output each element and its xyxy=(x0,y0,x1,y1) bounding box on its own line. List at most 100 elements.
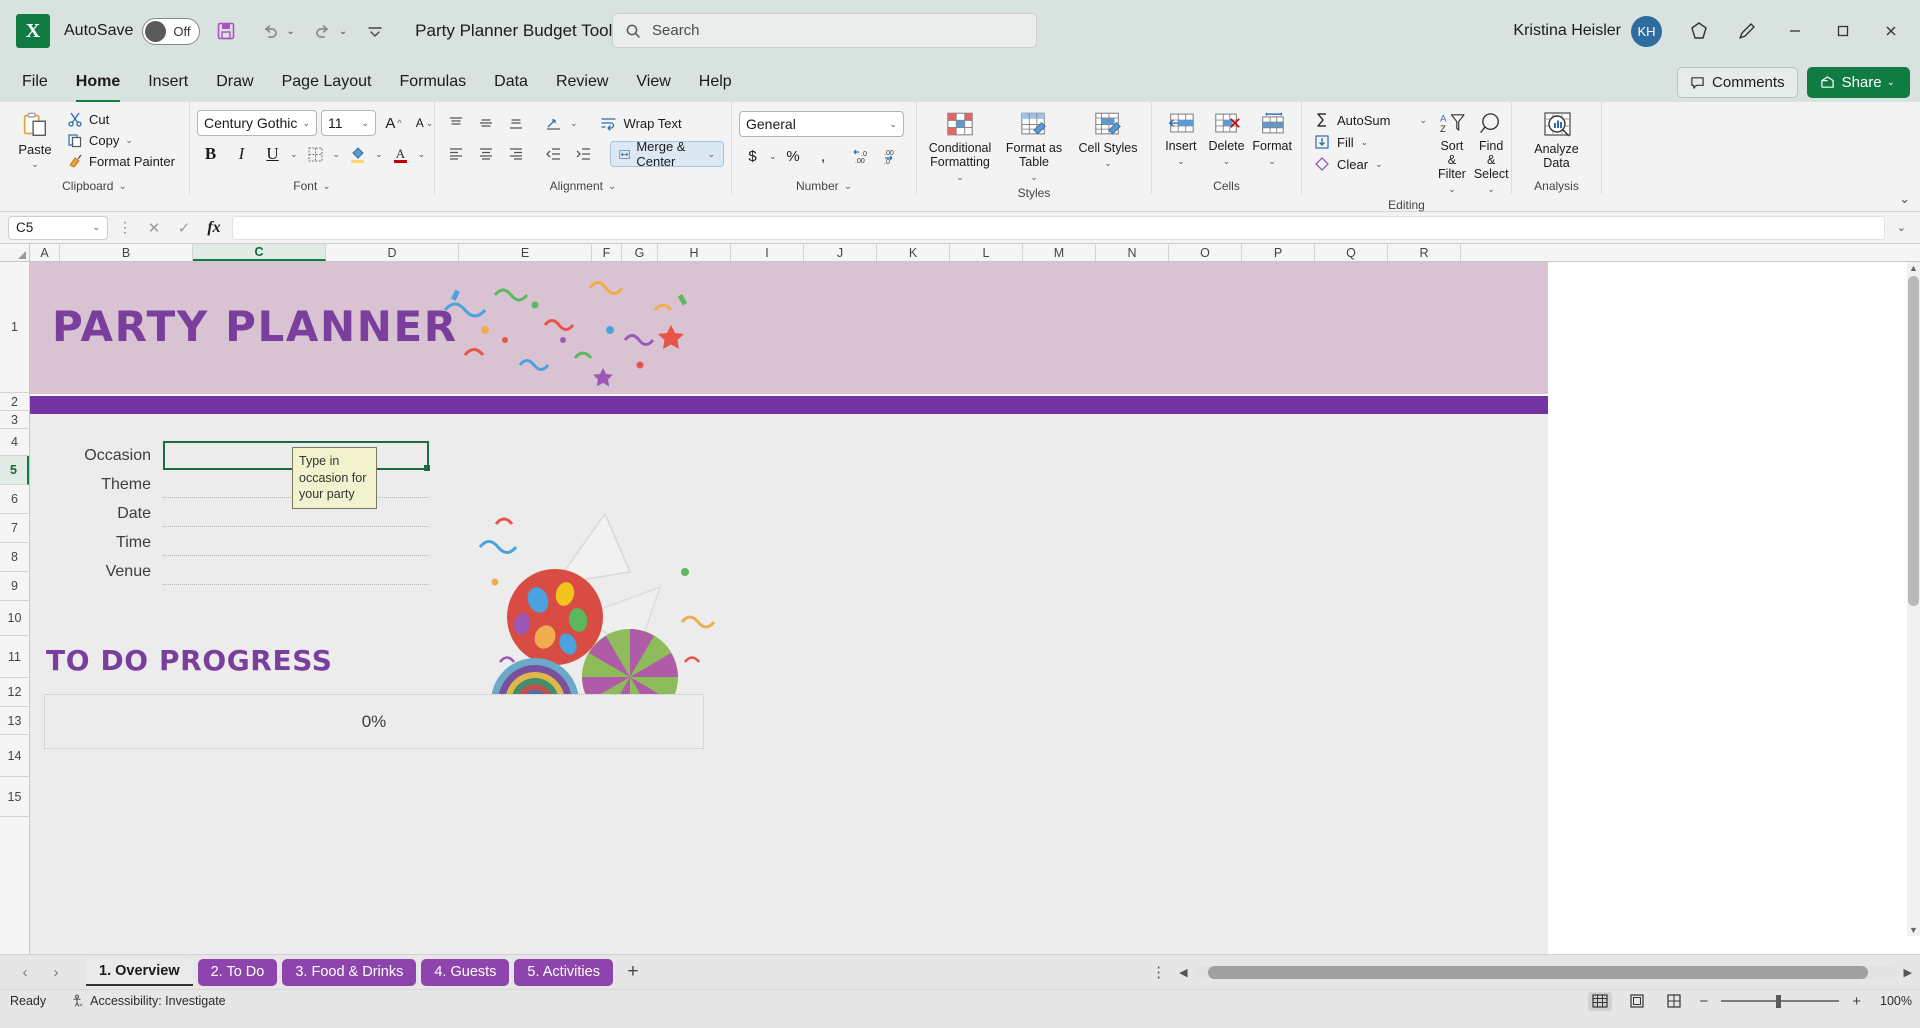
format-as-table-button[interactable]: Format as Table ⌄ xyxy=(998,108,1070,186)
row-header-15[interactable]: 15 xyxy=(0,777,29,817)
quick-access-toolbar-icon[interactable] xyxy=(357,13,393,49)
font-family-select[interactable]: Century Gothic ⌄ xyxy=(197,110,317,136)
sort-filter-button[interactable]: A Z Sort & Filter ⌄ xyxy=(1436,108,1468,198)
column-header-f[interactable]: F xyxy=(592,244,622,261)
zoom-in-button[interactable]: + xyxy=(1852,993,1861,1010)
increase-decimal-button[interactable]: .0.00 xyxy=(846,143,873,169)
font-dialog-launcher-icon[interactable]: ⌄ xyxy=(322,181,330,192)
menu-item-home[interactable]: Home xyxy=(62,66,134,102)
borders-button[interactable] xyxy=(302,141,329,167)
underline-button[interactable]: U xyxy=(259,141,286,167)
number-dialog-launcher-icon[interactable]: ⌄ xyxy=(844,181,852,192)
underline-dropdown-icon[interactable]: ⌄ xyxy=(290,149,298,160)
menu-item-help[interactable]: Help xyxy=(685,66,746,98)
column-header-a[interactable]: A xyxy=(30,244,60,261)
comma-button[interactable]: , xyxy=(810,143,837,169)
align-bottom-button[interactable] xyxy=(502,110,529,136)
clear-dropdown-icon[interactable]: ⌄ xyxy=(1375,159,1383,170)
horizontal-scroll-thumb[interactable] xyxy=(1207,965,1868,979)
row-header-14[interactable]: 14 xyxy=(0,735,29,777)
row-header-5[interactable]: 5 xyxy=(0,456,29,485)
column-header-c[interactable]: C xyxy=(193,244,326,261)
cell-styles-dropdown-icon[interactable]: ⌄ xyxy=(1104,158,1112,169)
insert-dropdown-icon[interactable]: ⌄ xyxy=(1177,156,1185,167)
cut-button[interactable]: Cut xyxy=(63,109,179,129)
column-header-i[interactable]: I xyxy=(731,244,804,261)
conditional-formatting-dropdown-icon[interactable]: ⌄ xyxy=(956,172,964,183)
undo-dropdown-icon[interactable]: ⌄ xyxy=(286,26,294,37)
align-center-button[interactable] xyxy=(472,141,499,167)
collapse-ribbon-icon[interactable]: ⌄ xyxy=(1899,191,1910,207)
row-header-10[interactable]: 10 xyxy=(0,601,29,636)
menu-item-review[interactable]: Review xyxy=(542,66,622,98)
row-header-8[interactable]: 8 xyxy=(0,543,29,572)
pen-icon[interactable] xyxy=(1724,0,1770,62)
font-color-button[interactable]: A xyxy=(387,141,414,167)
minimize-button[interactable] xyxy=(1772,0,1818,62)
scroll-down-icon[interactable]: ▼ xyxy=(1909,925,1918,935)
input-venue[interactable] xyxy=(163,559,429,585)
align-right-button[interactable] xyxy=(502,141,529,167)
italic-button[interactable]: I xyxy=(228,141,255,167)
row-header-2[interactable]: 2 xyxy=(0,393,29,411)
delete-cells-button[interactable]: Delete ⌄ xyxy=(1205,108,1249,170)
format-dropdown-icon[interactable]: ⌄ xyxy=(1268,156,1276,167)
cell-styles-button[interactable]: Cell Styles ⌄ xyxy=(1072,108,1144,172)
conditional-formatting-button[interactable]: Conditional Formatting ⌄ xyxy=(924,108,996,186)
name-box-options-icon[interactable]: ⋮ xyxy=(114,219,136,236)
find-select-dropdown-icon[interactable]: ⌄ xyxy=(1487,184,1495,195)
fill-color-button[interactable] xyxy=(344,141,371,167)
column-header-k[interactable]: K xyxy=(877,244,950,261)
sort-filter-dropdown-icon[interactable]: ⌄ xyxy=(1448,184,1456,195)
sheet-tab-5[interactable]: 5. Activities xyxy=(514,958,613,986)
scroll-right-icon[interactable]: ▶ xyxy=(1904,966,1912,979)
input-time[interactable] xyxy=(163,530,429,556)
percent-button[interactable]: % xyxy=(780,143,807,169)
row-header-12[interactable]: 12 xyxy=(0,678,29,707)
row-header-3[interactable]: 3 xyxy=(0,411,29,429)
paste-button[interactable]: Paste ⌄ xyxy=(7,107,63,170)
normal-view-button[interactable] xyxy=(1588,991,1613,1011)
row-header-11[interactable]: 11 xyxy=(0,636,29,678)
vertical-scrollbar[interactable]: ▲ ▼ xyxy=(1907,262,1920,936)
expand-formula-bar-icon[interactable]: ⌄ xyxy=(1891,221,1912,234)
column-header-j[interactable]: J xyxy=(804,244,877,261)
scroll-up-icon[interactable]: ▲ xyxy=(1909,263,1918,273)
scroll-left-icon[interactable]: ◀ xyxy=(1179,966,1187,979)
column-header-l[interactable]: L xyxy=(950,244,1023,261)
horizontal-scrollbar[interactable] xyxy=(1195,965,1896,979)
alignment-dialog-launcher-icon[interactable]: ⌄ xyxy=(608,181,616,192)
fill-dropdown-icon[interactable]: ⌄ xyxy=(1361,137,1369,148)
column-header-g[interactable]: G xyxy=(622,244,658,261)
orientation-button[interactable] xyxy=(540,110,567,136)
share-button[interactable]: Share ⌄ xyxy=(1806,66,1910,98)
copilot-icon[interactable] xyxy=(1676,0,1722,62)
copy-button[interactable]: Copy ⌄ xyxy=(63,130,179,150)
format-as-table-dropdown-icon[interactable]: ⌄ xyxy=(1030,172,1038,183)
borders-dropdown-icon[interactable]: ⌄ xyxy=(333,149,341,160)
accessibility-status[interactable]: Accessibility: Investigate xyxy=(70,994,226,1008)
confirm-entry-icon[interactable]: ✓ xyxy=(172,216,196,240)
sheet-canvas[interactable]: PARTY PLANNER Occasion Theme Date Time V… xyxy=(30,262,1920,954)
column-header-b[interactable]: B xyxy=(60,244,193,261)
row-header-1[interactable]: 1 xyxy=(0,262,29,393)
share-dropdown-icon[interactable]: ⌄ xyxy=(1887,77,1895,88)
decrease-indent-button[interactable] xyxy=(540,141,567,167)
merge-dropdown-icon[interactable]: ⌄ xyxy=(707,149,715,160)
increase-indent-button[interactable] xyxy=(570,141,597,167)
wrap-text-button[interactable]: Wrap Text xyxy=(593,112,689,134)
autosum-dropdown-icon[interactable]: ⌄ xyxy=(1419,115,1427,126)
currency-button[interactable]: $ xyxy=(739,143,766,169)
add-sheet-button[interactable]: + xyxy=(618,958,648,986)
fill-button[interactable]: Fill ⌄ xyxy=(1309,132,1432,152)
decrease-decimal-button[interactable]: .00.0 xyxy=(876,143,903,169)
page-layout-view-button[interactable] xyxy=(1625,992,1649,1011)
merge-center-button[interactable]: Merge & Center ⌄ xyxy=(610,139,724,169)
menu-item-view[interactable]: View xyxy=(622,66,684,98)
menu-item-formulas[interactable]: Formulas xyxy=(385,66,480,98)
undo-icon[interactable] xyxy=(252,13,288,49)
next-sheet-icon[interactable]: › xyxy=(43,959,69,985)
row-header-6[interactable]: 6 xyxy=(0,485,29,514)
insert-function-icon[interactable]: fx xyxy=(202,216,226,240)
analyze-data-button[interactable]: Analyze Data xyxy=(1521,108,1593,173)
